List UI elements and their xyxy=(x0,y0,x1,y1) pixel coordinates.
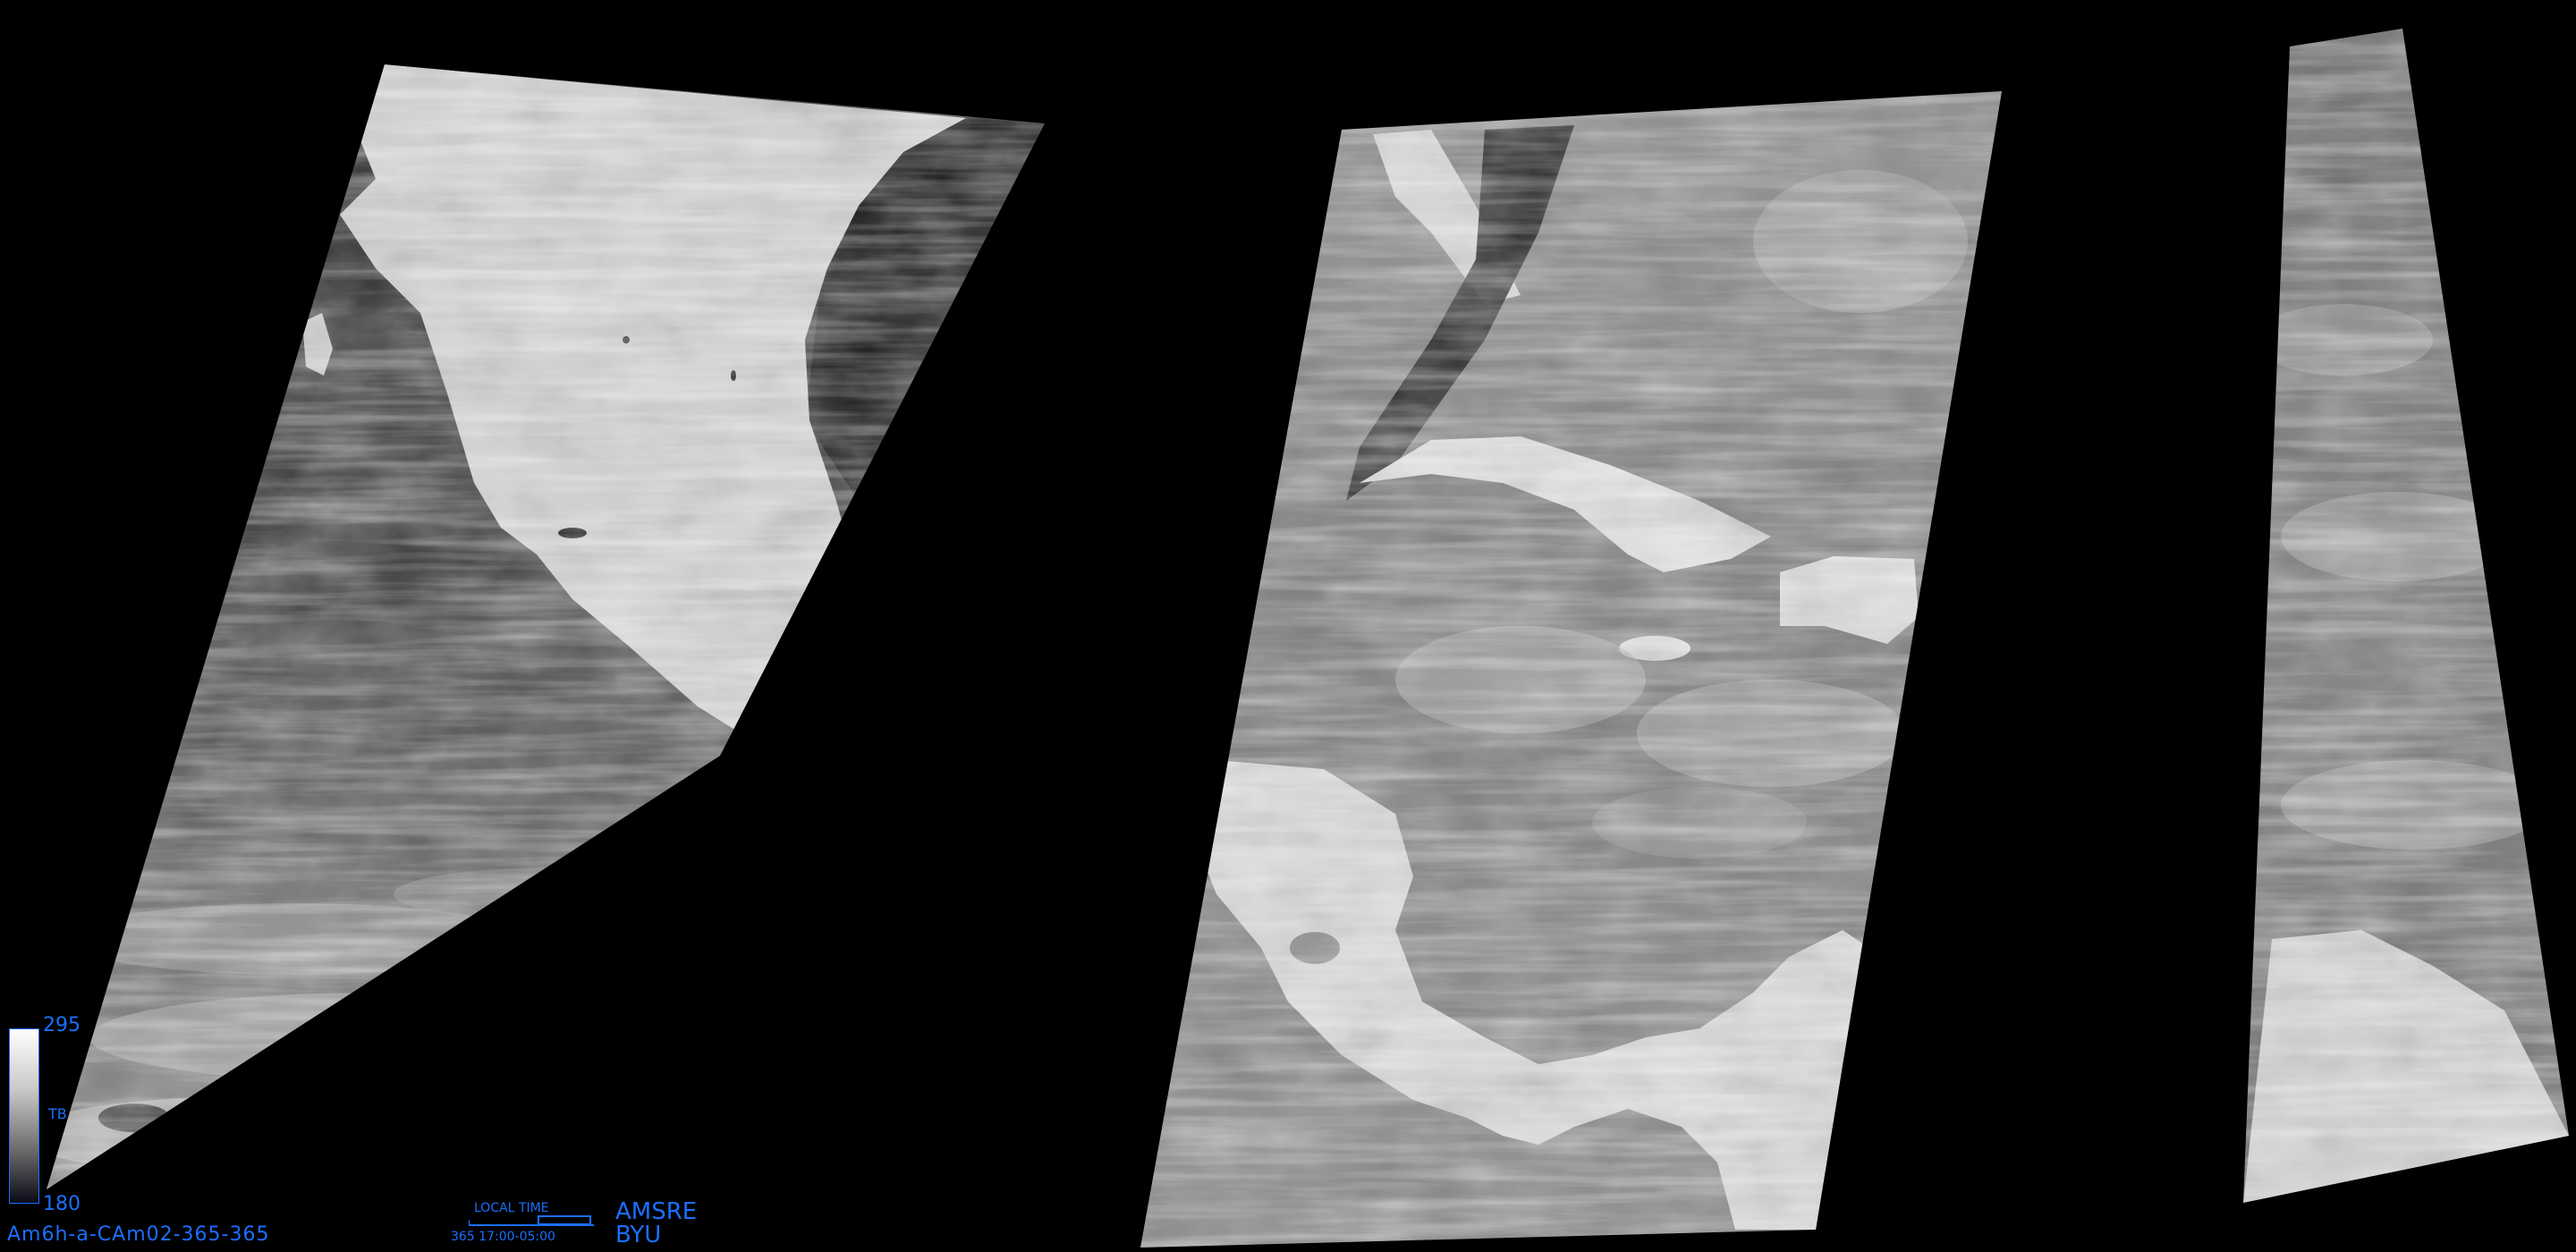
swath-west xyxy=(47,64,1045,1189)
color-scale-bar xyxy=(9,1028,39,1204)
organization-label: BYU xyxy=(615,1222,662,1248)
image-identifier: Am6h-a-CAm02-365-365 xyxy=(7,1223,270,1246)
swath-east xyxy=(2243,29,2569,1203)
colorbar-max-label: 295 xyxy=(43,1014,80,1036)
colorbar-mid-label: TB xyxy=(48,1105,67,1122)
sensor-label: AMSRE xyxy=(615,1198,698,1225)
local-time-scale xyxy=(469,1215,594,1226)
local-time-label: LOCAL TIME xyxy=(474,1201,549,1215)
colorbar-min-label: 180 xyxy=(43,1193,80,1215)
swath-central xyxy=(1140,91,2002,1248)
satellite-swath-image xyxy=(47,29,2569,1248)
local-time-value: 365 17:00-05:00 xyxy=(451,1230,555,1244)
